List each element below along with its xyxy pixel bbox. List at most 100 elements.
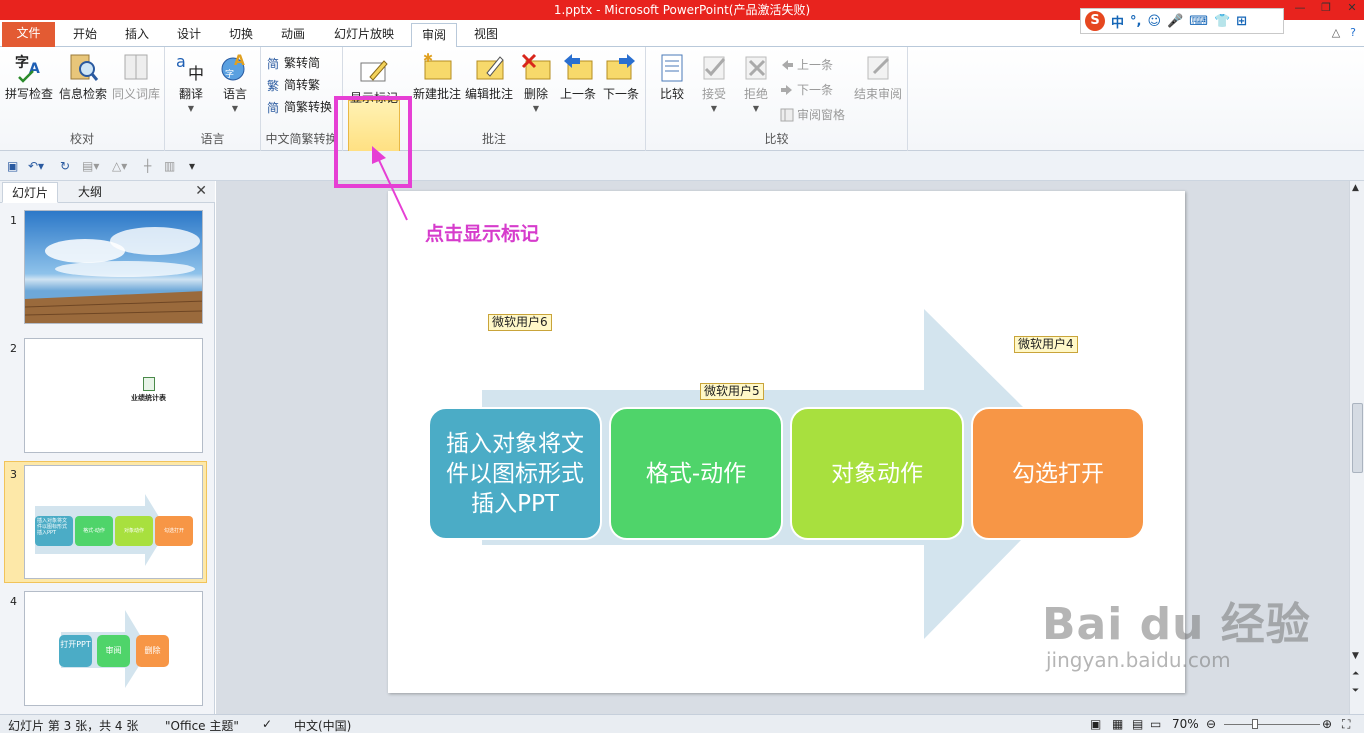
slide-box-3[interactable]: 对象动作	[790, 407, 964, 540]
accept-dropdown-icon[interactable]: ▼	[694, 104, 734, 113]
sogou-logo-icon[interactable]: S	[1085, 11, 1105, 31]
slide-thumbnail-2[interactable]: 业绩统计表	[24, 338, 203, 453]
zoom-slider-track[interactable]	[1224, 724, 1320, 725]
next-change-button[interactable]: 下一条	[780, 81, 833, 98]
tab-design[interactable]: 设计	[166, 23, 212, 47]
trad-to-simp-button[interactable]: 简 繁转简	[267, 54, 320, 71]
tab-file[interactable]: 文件	[2, 22, 55, 47]
zoom-slider-thumb[interactable]	[1252, 719, 1258, 729]
trad-to-simp-icon: 简	[267, 56, 281, 71]
reject-dropdown-icon[interactable]: ▼	[736, 104, 776, 113]
chinese-conversion-label: 简繁转换	[284, 100, 333, 114]
slideshow-view-icon[interactable]: ▭	[1150, 717, 1161, 731]
tab-slides[interactable]: 幻灯片	[2, 182, 58, 203]
new-comment-button[interactable]: ✱ 新建批注	[411, 51, 463, 102]
previous-comment-button[interactable]: 上一条	[557, 51, 599, 102]
language-status-text[interactable]: 中文(中国)	[294, 717, 351, 733]
spelling-button[interactable]: 字A 拼写检查	[4, 51, 54, 102]
chinese-conversion-button[interactable]: 简 简繁转换	[267, 98, 332, 115]
tab-insert[interactable]: 插入	[114, 23, 160, 47]
ime-voice-icon[interactable]: 🎤	[1167, 14, 1183, 29]
restore-button[interactable]: ❐	[1318, 1, 1334, 15]
thesaurus-button[interactable]: 同义词库	[110, 51, 162, 102]
comment-marker[interactable]: 微软用户4	[1014, 336, 1078, 353]
language-button[interactable]: A字 语言 ▼	[215, 51, 255, 113]
close-pane-icon[interactable]: ✕	[195, 183, 207, 199]
shape-icon[interactable]: △▾	[112, 159, 127, 173]
slide-thumbnail-1[interactable]	[24, 210, 203, 324]
zoom-level-text[interactable]: 70%	[1172, 717, 1199, 731]
group-language: a中 翻译 ▼ A字 语言 ▼ 语言	[165, 47, 261, 151]
delete-comment-button[interactable]: 删除 ▼	[517, 51, 555, 113]
reject-button[interactable]: 拒绝 ▼	[736, 51, 776, 113]
format-painter-icon[interactable]: ▤▾	[82, 159, 99, 173]
slide-sorter-icon[interactable]: ▦	[1112, 717, 1123, 731]
language-icon: A字	[219, 51, 251, 83]
distribute-icon[interactable]: ▥	[164, 159, 175, 173]
ime-keyboard-icon[interactable]: ⌨	[1189, 14, 1208, 29]
tab-animations[interactable]: 动画	[270, 23, 316, 47]
customize-qat-icon[interactable]: ▾	[189, 159, 195, 173]
minimize-ribbon-icon[interactable]: △	[1332, 26, 1340, 39]
accept-button[interactable]: 接受 ▼	[694, 51, 734, 113]
align-icon[interactable]: ┼	[144, 159, 151, 173]
next-comment-button[interactable]: 下一条	[600, 51, 642, 102]
ime-toolbox-icon[interactable]: ⊞	[1236, 14, 1247, 29]
show-markup-icon	[358, 55, 390, 87]
previous-slide-icon[interactable]: ⏶	[1352, 669, 1359, 679]
zoom-out-icon[interactable]: ⊖	[1206, 717, 1216, 731]
slide-box-2[interactable]: 格式-动作	[609, 407, 783, 540]
tab-review[interactable]: 审阅	[411, 23, 457, 48]
previous-comment-label: 上一条	[559, 87, 596, 101]
tab-home[interactable]: 开始	[62, 23, 108, 47]
spellcheck-status-icon[interactable]: ✓	[262, 717, 272, 731]
group-language-label: 语言	[200, 132, 225, 146]
ime-punctuation-icon[interactable]: °,	[1130, 14, 1141, 29]
thumb4-box-2: 审阅	[97, 635, 130, 667]
help-icon[interactable]: ?	[1350, 26, 1356, 39]
normal-view-icon[interactable]: ▣	[1090, 717, 1101, 731]
slide-thumbnail-4[interactable]: 打开PPT 审阅 删除	[24, 591, 203, 706]
next-slide-icon[interactable]: ⏷	[1352, 686, 1359, 696]
translate-dropdown-icon[interactable]: ▼	[171, 104, 211, 113]
reading-view-icon[interactable]: ▤	[1132, 717, 1143, 731]
translate-button[interactable]: a中 翻译 ▼	[171, 51, 211, 113]
svg-text:简: 简	[267, 57, 279, 70]
redo-icon[interactable]: ↻	[60, 159, 70, 173]
research-button[interactable]: 信息检索	[57, 51, 109, 102]
reviewing-pane-button[interactable]: 审阅窗格	[780, 106, 845, 123]
save-icon[interactable]: ▣	[7, 159, 18, 173]
ime-chinese-mode[interactable]: 中	[1111, 12, 1124, 31]
scroll-up-icon[interactable]: ▲	[1352, 183, 1359, 193]
scroll-thumb[interactable]	[1352, 403, 1363, 473]
tab-transitions[interactable]: 切换	[218, 23, 264, 47]
reviewing-pane-label: 审阅窗格	[797, 108, 846, 122]
end-review-button[interactable]: 结束审阅	[850, 51, 906, 102]
compare-button[interactable]: 比较	[652, 51, 692, 102]
simp-to-trad-button[interactable]: 繁 简转繁	[267, 76, 320, 93]
new-comment-icon: ✱	[421, 51, 453, 83]
minimize-button[interactable]: —	[1292, 1, 1308, 15]
comment-marker[interactable]: 微软用户5	[700, 383, 764, 400]
ime-emoji-icon[interactable]: ☺	[1147, 14, 1161, 29]
undo-icon[interactable]: ↶▾	[28, 159, 44, 173]
ime-skin-icon[interactable]: 👕	[1214, 14, 1230, 29]
slide-box-1[interactable]: 插入对象将文件以图标形式插入PPT	[428, 407, 602, 540]
scroll-down-icon[interactable]: ▼	[1352, 651, 1359, 661]
tab-slideshow[interactable]: 幻灯片放映	[326, 23, 402, 47]
vertical-scrollbar[interactable]: ▲ ▼ ⏶ ⏷	[1349, 181, 1364, 714]
fit-to-window-icon[interactable]: ⛶	[1342, 717, 1350, 732]
slide-box-4[interactable]: 勾选打开	[971, 407, 1145, 540]
delete-dropdown-icon[interactable]: ▼	[517, 104, 555, 113]
ime-toolbar[interactable]: S 中 °, ☺ 🎤 ⌨ 👕 ⊞	[1080, 8, 1284, 34]
slide-thumbnail-3[interactable]: 插入对象将文件以图标形式插入PPT 格式-动作 对象动作 勾选打开	[24, 465, 203, 579]
close-button[interactable]: ✕	[1344, 1, 1360, 15]
edit-comment-button[interactable]: 编辑批注	[463, 51, 515, 102]
slide-count-text: 幻灯片 第 3 张，共 4 张	[8, 719, 139, 733]
tab-outline[interactable]: 大纲	[62, 182, 118, 203]
language-dropdown-icon[interactable]: ▼	[215, 104, 255, 113]
tab-view[interactable]: 视图	[463, 23, 509, 47]
previous-change-button[interactable]: 上一条	[780, 56, 833, 73]
zoom-in-icon[interactable]: ⊕	[1322, 717, 1332, 731]
comment-marker[interactable]: 微软用户6	[488, 314, 552, 331]
